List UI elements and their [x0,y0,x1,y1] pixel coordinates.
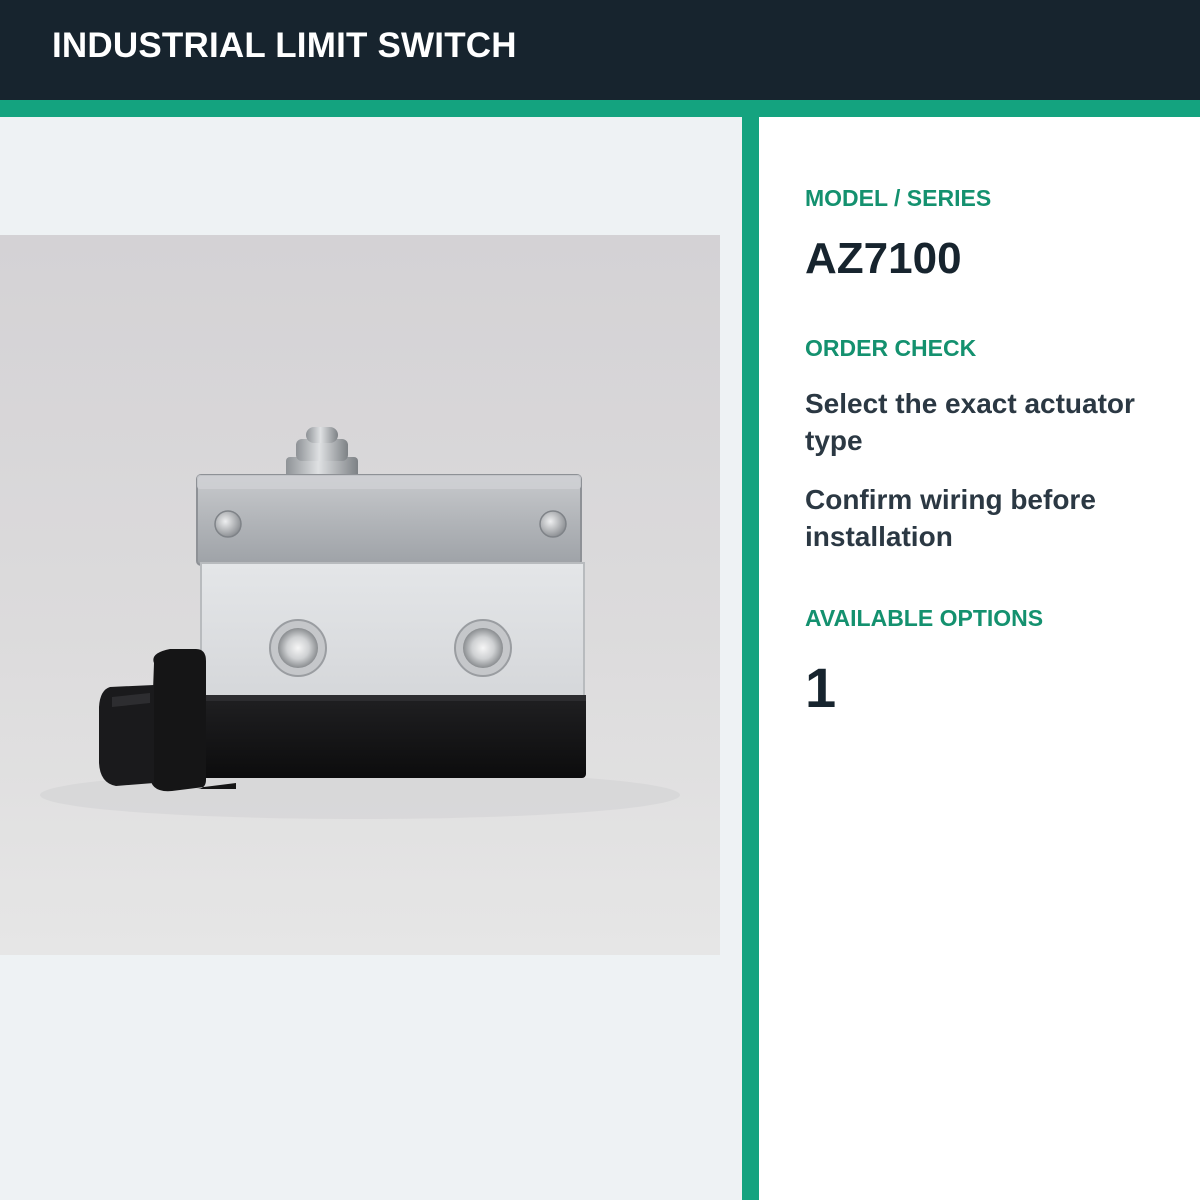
order-check-item: Confirm wiring before installation [805,484,1096,552]
model-series-value: AZ7100 [805,234,962,283]
available-options-value: 1 [805,656,837,719]
model-series-label: MODEL / SERIES [805,185,992,211]
page-header: INDUSTRIAL LIMIT SWITCH [0,0,1200,100]
header-accent-bar [0,100,1200,117]
panel-divider [742,117,759,1200]
product-photo [0,235,720,955]
page-title: INDUSTRIAL LIMIT SWITCH [52,26,517,65]
order-check-label: ORDER CHECK [805,335,977,361]
order-check-item: Select the exact actuator type [805,388,1135,456]
available-options-label: AVAILABLE OPTIONS [805,605,1044,631]
